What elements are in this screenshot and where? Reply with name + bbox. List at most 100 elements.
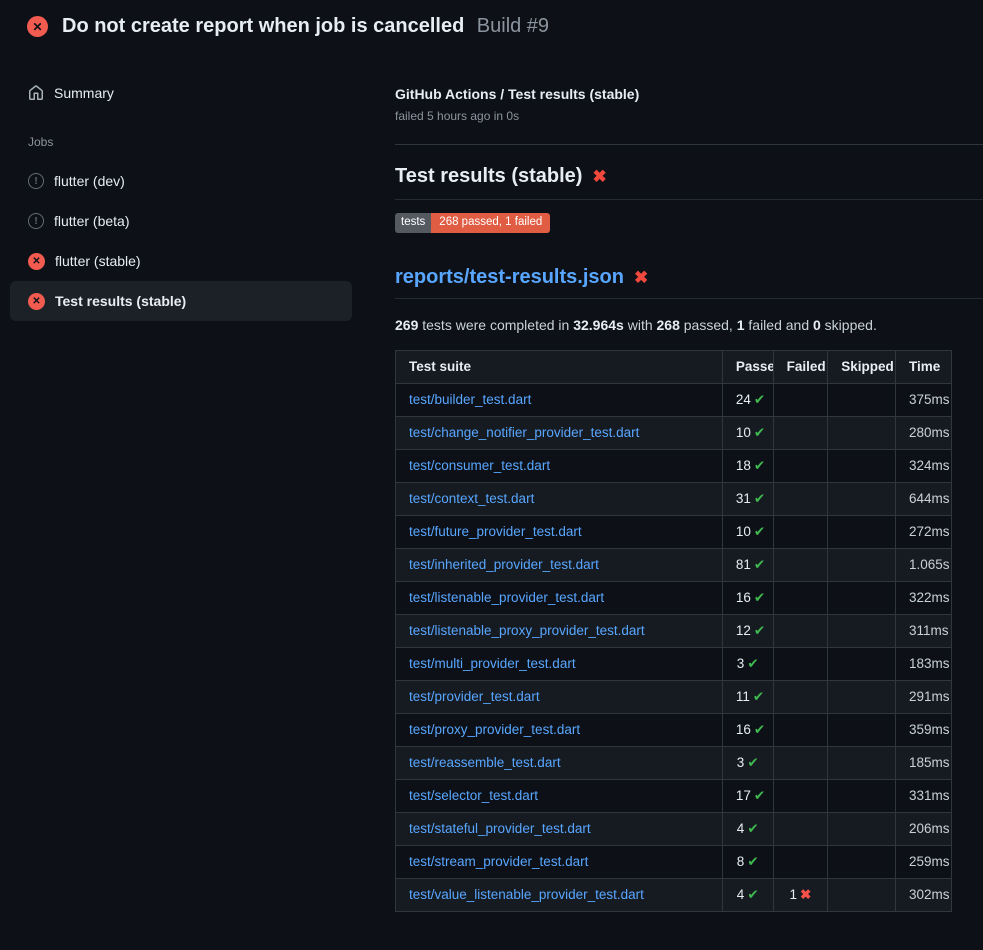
check-icon: ✔ — [754, 425, 765, 440]
summary-segment: 32.964s — [573, 317, 624, 333]
check-icon: ✔ — [754, 722, 765, 737]
test-suite-link[interactable]: test/proxy_provider_test.dart — [409, 722, 580, 737]
test-suite-link[interactable]: test/reassemble_test.dart — [409, 755, 561, 770]
table-row: test/proxy_provider_test.dart16✔359ms — [396, 713, 952, 746]
check-icon: ✔ — [747, 755, 758, 770]
skipped-cell — [828, 713, 896, 746]
sidebar-item-job[interactable]: !flutter (beta) — [10, 201, 352, 241]
failed-cell — [773, 812, 828, 845]
table-row: test/selector_test.dart17✔331ms — [396, 779, 952, 812]
sidebar-item-summary[interactable]: Summary — [10, 73, 352, 113]
column-header: Skipped — [828, 350, 896, 383]
test-suite-cell: test/builder_test.dart — [396, 383, 723, 416]
test-suite-link[interactable]: test/value_listenable_provider_test.dart — [409, 887, 644, 902]
summary-segment: passed, — [680, 317, 737, 333]
check-icon: ✔ — [747, 821, 758, 836]
skipped-cell — [828, 779, 896, 812]
column-header: Test suite — [396, 350, 723, 383]
test-results-table: Test suitePassedFailedSkippedTime test/b… — [395, 350, 952, 912]
test-suite-link[interactable]: test/context_test.dart — [409, 491, 534, 506]
table-row: test/stream_provider_test.dart8✔259ms — [396, 845, 952, 878]
badge-label: tests — [395, 213, 431, 233]
test-suite-link[interactable]: test/consumer_test.dart — [409, 458, 550, 473]
test-suite-link[interactable]: test/listenable_provider_test.dart — [409, 590, 604, 605]
check-icon: ✔ — [754, 590, 765, 605]
report-file-link[interactable]: reports/test-results.json — [395, 266, 624, 289]
job-label: flutter (dev) — [54, 173, 125, 189]
test-suite-link[interactable]: test/stream_provider_test.dart — [409, 854, 588, 869]
jobs-section-label: Jobs — [10, 135, 352, 151]
time-cell: 183ms — [896, 647, 952, 680]
test-suite-cell: test/provider_test.dart — [396, 680, 723, 713]
jobs-list: !flutter (dev)!flutter (beta)✕flutter (s… — [10, 161, 352, 321]
time-cell: 375ms — [896, 383, 952, 416]
time-cell: 272ms — [896, 515, 952, 548]
sidebar-item-job[interactable]: ✕ Test results (stable) — [10, 281, 352, 321]
job-label: flutter (stable) — [55, 253, 141, 269]
skipped-cell — [828, 383, 896, 416]
summary-segment: failed and — [745, 317, 814, 333]
passed-cell: 18✔ — [722, 449, 773, 482]
time-cell: 1.065s — [896, 548, 952, 581]
time-cell: 644ms — [896, 482, 952, 515]
time-cell: 302ms — [896, 878, 952, 911]
test-suite-link[interactable]: test/listenable_proxy_provider_test.dart — [409, 623, 645, 638]
summary-segment: 0 — [813, 317, 821, 333]
failed-cell — [773, 779, 828, 812]
skipped-cell — [828, 548, 896, 581]
passed-cell: 8✔ — [722, 845, 773, 878]
test-suite-cell: test/change_notifier_provider_test.dart — [396, 416, 723, 449]
failed-cell: 1✖ — [773, 878, 828, 911]
passed-cell: 31✔ — [722, 482, 773, 515]
sidebar-item-job[interactable]: ✕flutter (stable) — [10, 241, 352, 281]
table-row: test/stateful_provider_test.dart4✔206ms — [396, 812, 952, 845]
summary-segment: skipped. — [821, 317, 877, 333]
test-suite-link[interactable]: test/future_provider_test.dart — [409, 524, 582, 539]
failed-cell — [773, 746, 828, 779]
test-suite-link[interactable]: test/selector_test.dart — [409, 788, 538, 803]
skipped-cell — [828, 515, 896, 548]
time-cell: 311ms — [896, 614, 952, 647]
table-row: test/future_provider_test.dart10✔272ms — [396, 515, 952, 548]
test-suite-cell: test/inherited_provider_test.dart — [396, 548, 723, 581]
skipped-cell — [828, 812, 896, 845]
job-label: Test results (stable) — [55, 293, 186, 309]
main-content: GitHub Actions / Test results (stable) f… — [395, 86, 983, 912]
job-label: flutter (beta) — [54, 213, 129, 229]
tests-badge: tests 268 passed, 1 failed — [395, 213, 550, 233]
failed-cell — [773, 515, 828, 548]
table-row: test/change_notifier_provider_test.dart1… — [396, 416, 952, 449]
page-title: Do not create report when job is cancell… — [62, 15, 549, 38]
table-row: test/provider_test.dart11✔291ms — [396, 680, 952, 713]
table-row: test/inherited_provider_test.dart81✔1.06… — [396, 548, 952, 581]
check-run-page: ✕ Do not create report when job is cance… — [0, 0, 983, 950]
test-suite-cell: test/listenable_provider_test.dart — [396, 581, 723, 614]
failed-cell — [773, 647, 828, 680]
summary-segment: 268 — [657, 317, 680, 333]
failed-x-circle-icon: ✕ — [28, 293, 45, 310]
sidebar: Summary Jobs !flutter (dev)!flutter (bet… — [10, 73, 352, 321]
test-suite-link[interactable]: test/provider_test.dart — [409, 689, 540, 704]
test-suite-link[interactable]: test/change_notifier_provider_test.dart — [409, 425, 639, 440]
passed-cell: 17✔ — [722, 779, 773, 812]
check-icon: ✔ — [754, 491, 765, 506]
summary-segment: 269 — [395, 317, 418, 333]
test-suite-link[interactable]: test/inherited_provider_test.dart — [409, 557, 599, 572]
test-suite-link[interactable]: test/stateful_provider_test.dart — [409, 821, 591, 836]
summary-segment: with — [624, 317, 657, 333]
check-icon: ✔ — [754, 524, 765, 539]
failed-cell — [773, 383, 828, 416]
sidebar-item-job[interactable]: !flutter (dev) — [10, 161, 352, 201]
passed-cell: 3✔ — [722, 647, 773, 680]
test-suite-link[interactable]: test/multi_provider_test.dart — [409, 656, 576, 671]
skipped-cell — [828, 647, 896, 680]
home-icon — [28, 85, 44, 101]
passed-cell: 11✔ — [722, 680, 773, 713]
test-suite-link[interactable]: test/builder_test.dart — [409, 392, 531, 407]
skipped-cell — [828, 614, 896, 647]
passed-cell: 4✔ — [722, 878, 773, 911]
x-icon: ✖ — [800, 887, 811, 902]
summary-segment: tests were completed in — [418, 317, 573, 333]
skipped-cell — [828, 680, 896, 713]
time-cell: 185ms — [896, 746, 952, 779]
